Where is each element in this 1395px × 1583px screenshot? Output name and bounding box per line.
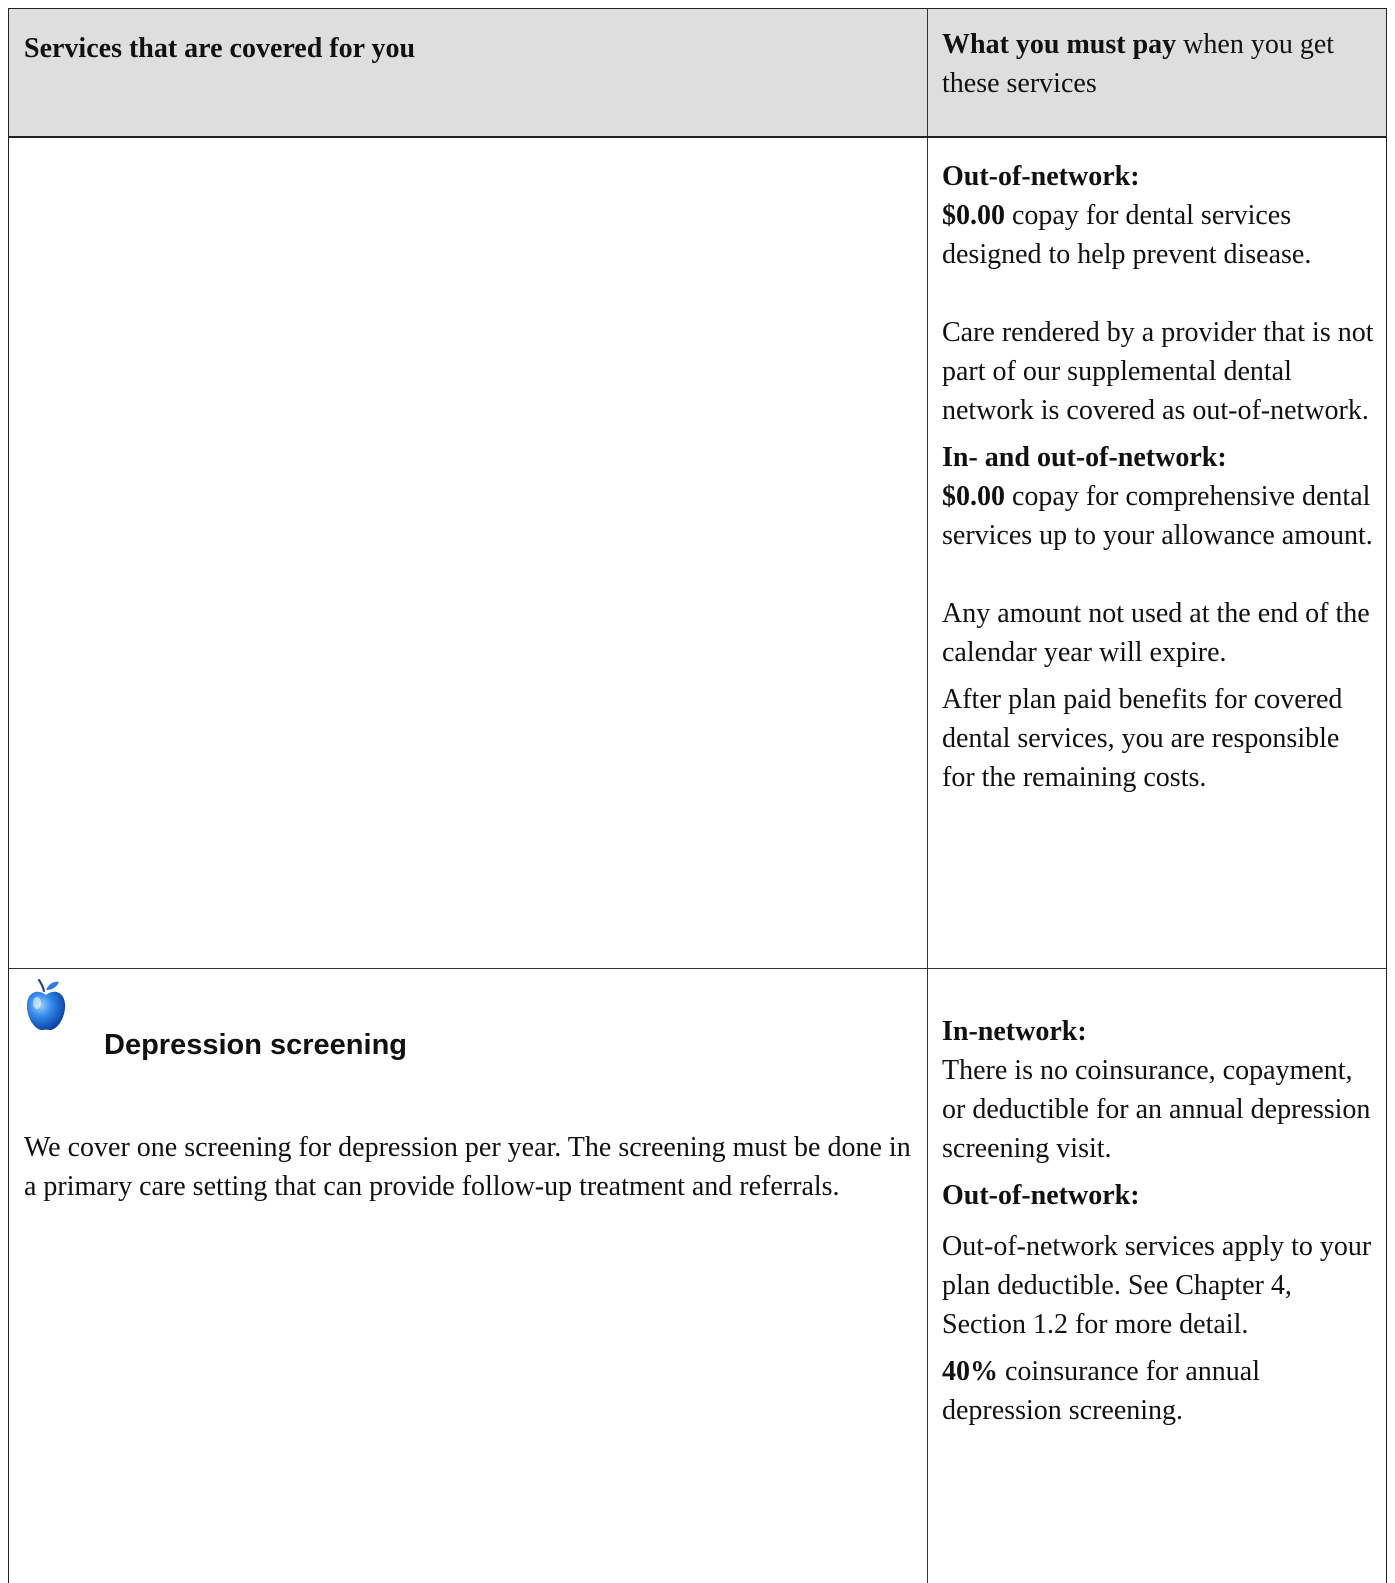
table-header-row: Services that are covered for you What y… [9, 8, 1386, 138]
dental-payment-cell: Out-of-network: $0.00 copay for dental s… [928, 138, 1386, 968]
depression-coinsurance: 40% coinsurance for annual depression sc… [942, 1352, 1376, 1430]
dental-service-cell [9, 138, 927, 968]
depression-in-network-text: There is no coinsurance, copayment, or d… [942, 1055, 1371, 1164]
dental-in-out-label: In- and out-of-network: [942, 442, 1227, 473]
depression-out-of-network-label: Out-of-network: [942, 1180, 1140, 1211]
depression-in-network-label: In-network: [942, 1016, 1087, 1047]
dental-comprehensive-copay: $0.00 copay for comprehensive dental ser… [942, 477, 1376, 555]
depression-payment-cell: In-network: There is no coinsurance, cop… [928, 969, 1386, 1583]
table-row-depression-screening: Depression screening We cover one screen… [9, 969, 1386, 1583]
header-cell-payment: What you must pay when you get these ser… [928, 9, 1386, 136]
dental-preventive-amount: $0.00 [942, 200, 1005, 231]
depression-out-of-network-text: Out-of-network services apply to your pl… [942, 1231, 1372, 1340]
header-payment-label: What you must pay when you get these ser… [942, 25, 1376, 103]
depression-description: We cover one screening for depression pe… [24, 1132, 911, 1202]
depression-description-block: We cover one screening for depression pe… [24, 1128, 914, 1206]
header-services-label: Services that are covered for you [24, 33, 416, 64]
depression-screening-title: Depression screening [104, 1029, 407, 1061]
header-cell-services: Services that are covered for you [9, 9, 927, 136]
benefits-table: Services that are covered for you What y… [8, 8, 1387, 1583]
depression-service-cell: Depression screening We cover one screen… [9, 969, 927, 1583]
dental-preventive-copay: $0.00 copay for dental services designed… [942, 196, 1376, 274]
dental-comprehensive-amount: $0.00 [942, 481, 1005, 512]
apple-icon [26, 978, 66, 1031]
depression-coinsurance-amount: 40% [942, 1356, 998, 1387]
header-payment-bold: What you must pay [942, 29, 1177, 60]
table-row-dental: Out-of-network: $0.00 copay for dental s… [9, 138, 1386, 969]
dental-comprehensive-text: copay for comprehensive dental services … [942, 481, 1373, 551]
dental-out-of-network-label: Out-of-network: [942, 161, 1140, 192]
dental-expire-note: Any amount not used at the end of the ca… [942, 598, 1370, 668]
dental-remaining-note: After plan paid benefits for covered den… [942, 684, 1343, 793]
dental-provider-note: Care rendered by a provider that is not … [942, 317, 1374, 426]
